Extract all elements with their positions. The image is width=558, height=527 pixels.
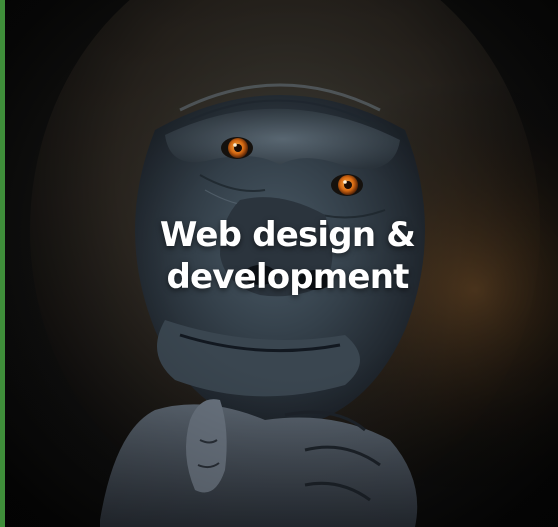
card-headline[interactable]: Web design & development: [80, 214, 495, 298]
headline-line-1: Web design &: [159, 215, 416, 255]
service-card[interactable]: Web design & development: [0, 0, 558, 527]
headline-line-2: development: [166, 257, 409, 297]
accent-bar: [0, 0, 5, 527]
